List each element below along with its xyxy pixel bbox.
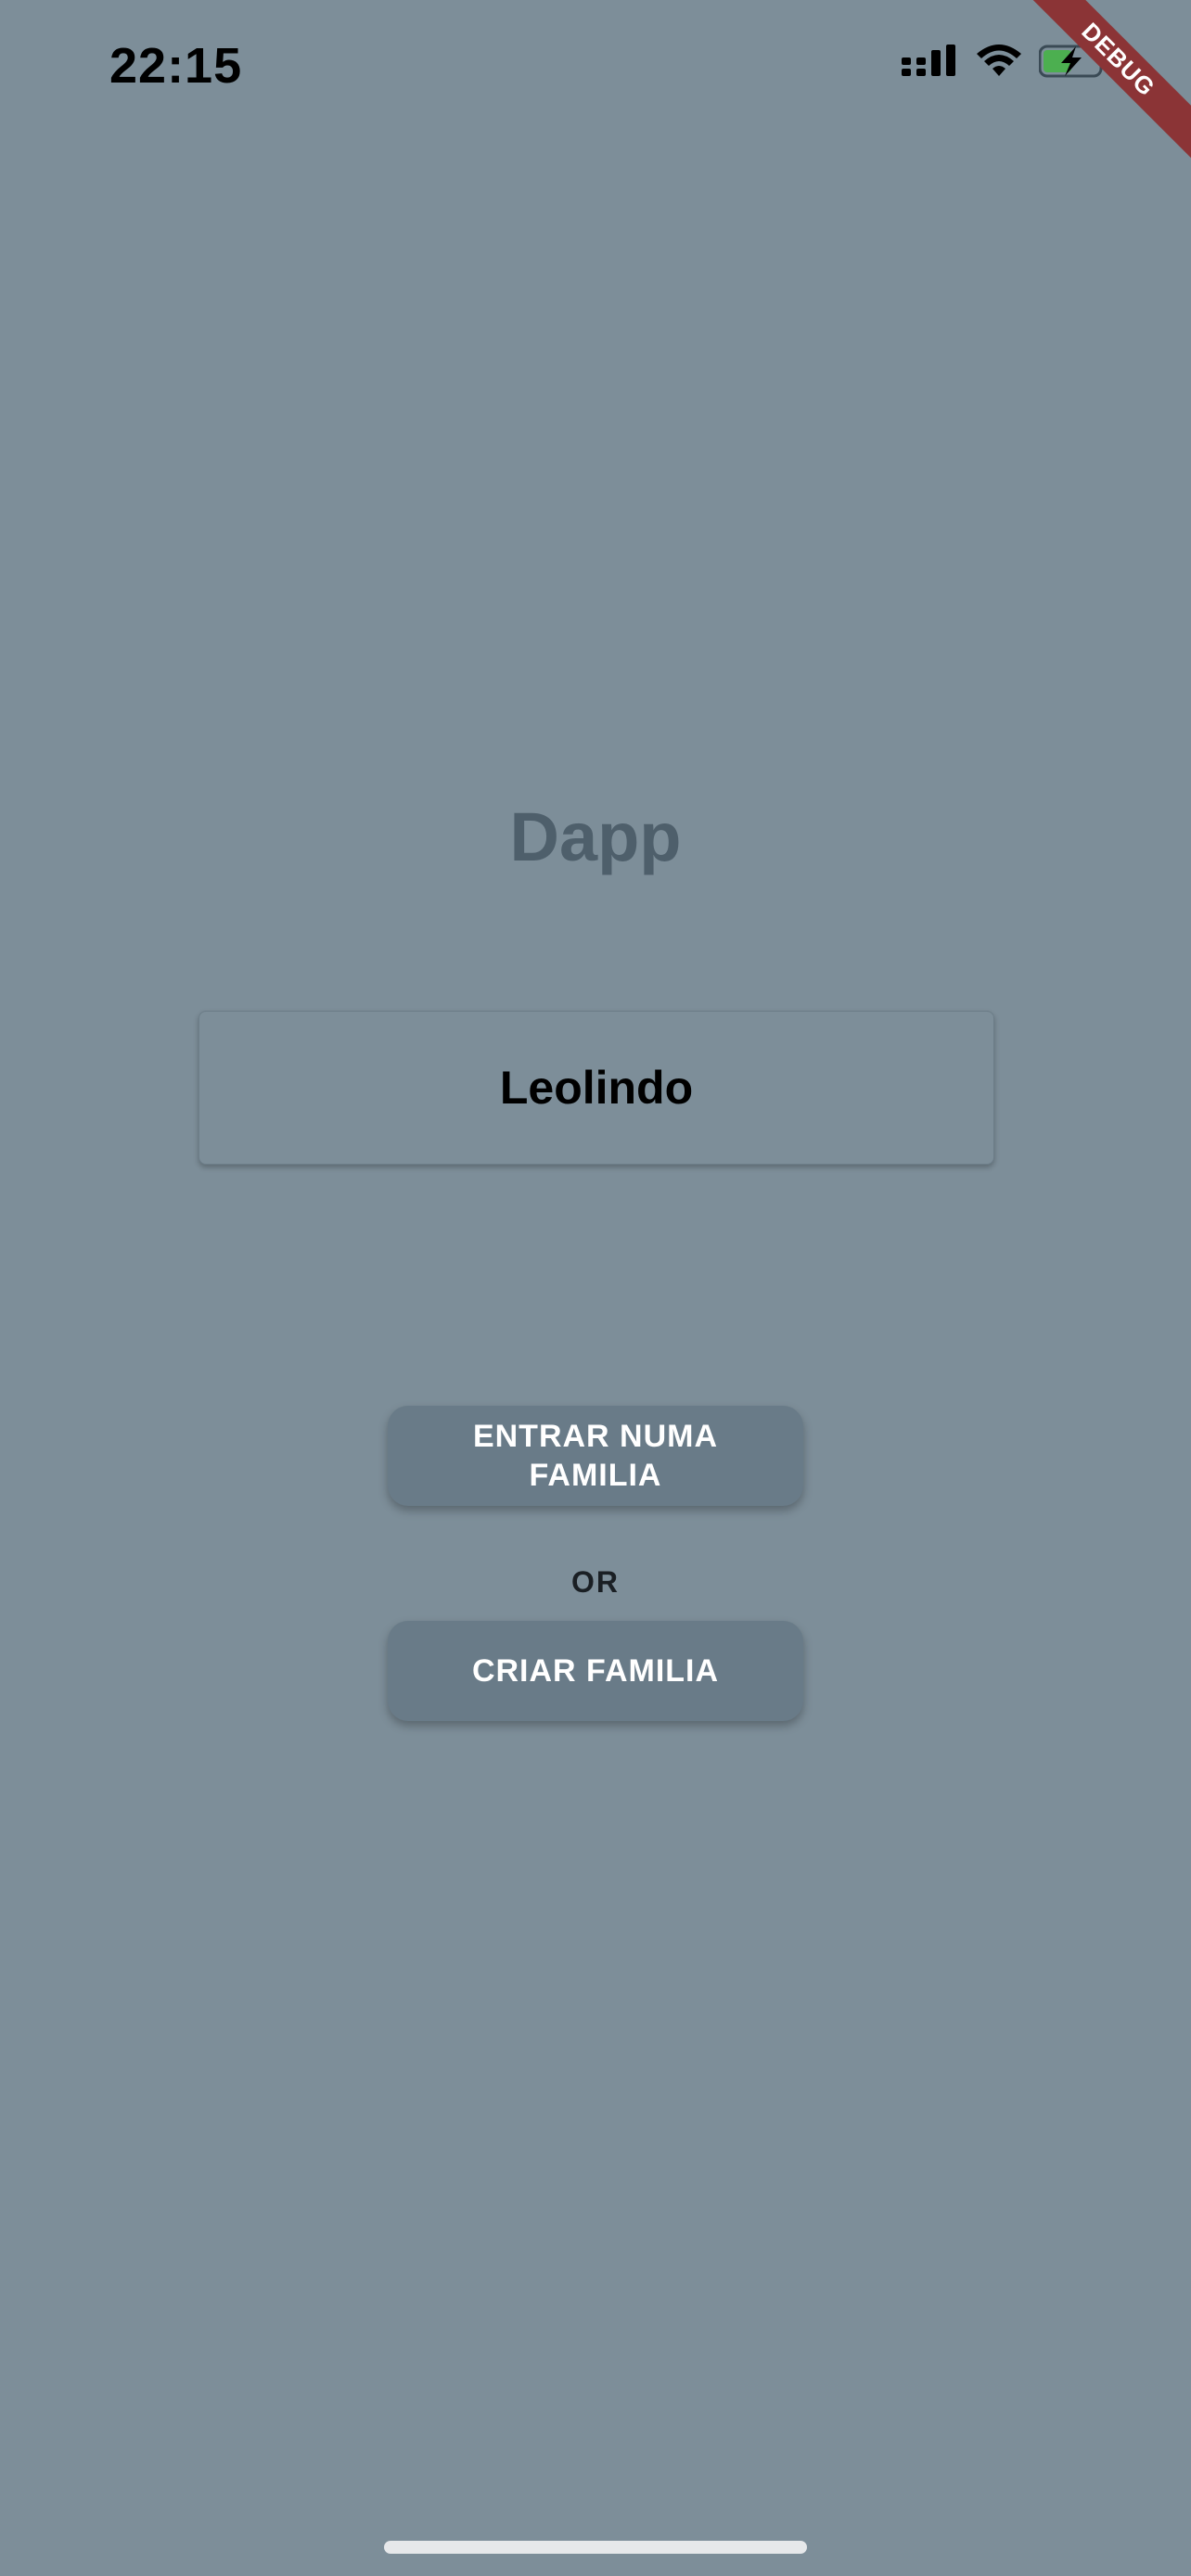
create-family-button[interactable]: CRIAR FAMILIA bbox=[388, 1621, 803, 1721]
home-indicator[interactable] bbox=[384, 2541, 807, 2554]
join-family-button[interactable]: ENTRAR NUMA FAMILIA bbox=[388, 1406, 803, 1506]
app-title: Dapp bbox=[509, 798, 682, 875]
create-family-button-label: CRIAR FAMILIA bbox=[471, 1653, 720, 1689]
status-time: 22:15 bbox=[109, 38, 243, 94]
name-field[interactable]: Leolindo bbox=[198, 1011, 994, 1165]
debug-ribbon-label: DEBUG bbox=[1006, 0, 1191, 172]
or-label: OR bbox=[571, 1565, 620, 1599]
cellular-signal-icon bbox=[902, 45, 955, 76]
join-family-button-label: ENTRAR NUMA FAMILIA bbox=[472, 1419, 719, 1493]
debug-banner: DEBUG bbox=[1005, 0, 1191, 185]
